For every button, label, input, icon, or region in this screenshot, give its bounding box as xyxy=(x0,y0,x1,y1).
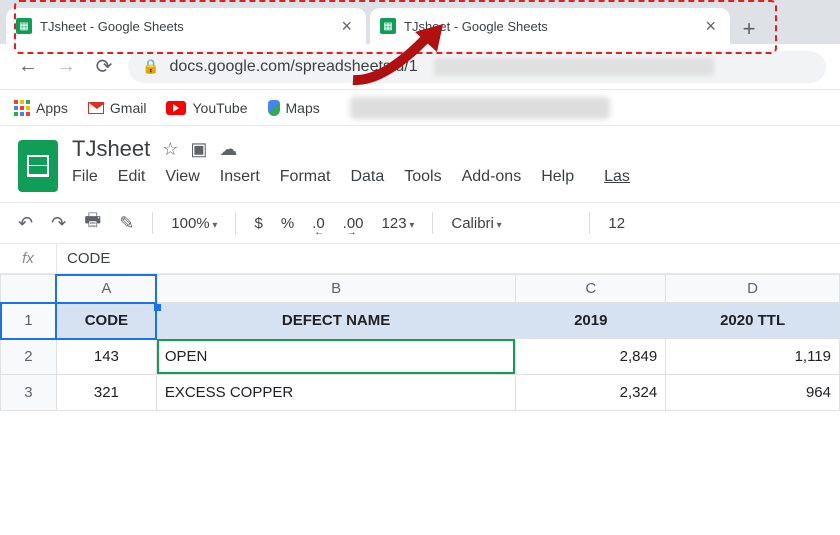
cell[interactable]: CODE xyxy=(56,303,156,339)
selection-handle[interactable] xyxy=(154,304,161,311)
apps-icon xyxy=(14,100,30,116)
new-tab-button[interactable]: + xyxy=(734,14,764,44)
cell-active[interactable]: OPEN xyxy=(156,339,516,375)
redo-icon[interactable]: ↷ xyxy=(51,213,66,234)
spreadsheet-grid[interactable]: A B C D 1 CODE DEFECT NAME 2019 2020 TTL… xyxy=(0,274,840,411)
apps-bookmark[interactable]: Apps xyxy=(14,100,68,116)
sheets-logo-icon[interactable] xyxy=(18,140,58,192)
sheets-favicon-icon: ▦ xyxy=(380,18,396,34)
undo-icon[interactable]: ↶ xyxy=(18,213,33,234)
table-row: 3 321 EXCESS COPPER 2,324 964 xyxy=(1,375,840,411)
formula-bar: fx CODE xyxy=(0,244,840,274)
bookmarks-obscured xyxy=(350,97,610,119)
menu-addons[interactable]: Add-ons xyxy=(462,168,522,186)
percent-button[interactable]: % xyxy=(281,215,294,232)
fx-label: fx xyxy=(0,250,56,267)
row-header[interactable]: 2 xyxy=(1,339,57,375)
row-header[interactable]: 3 xyxy=(1,375,57,411)
cell[interactable]: 143 xyxy=(56,339,156,375)
menu-format[interactable]: Format xyxy=(280,168,331,186)
print-icon[interactable]: 🖶 xyxy=(84,208,101,238)
cell[interactable]: 2,324 xyxy=(516,375,666,411)
menu-view[interactable]: View xyxy=(165,168,199,186)
gmail-icon xyxy=(88,102,104,114)
close-icon[interactable]: × xyxy=(701,16,720,37)
formula-input[interactable]: CODE xyxy=(57,250,110,267)
youtube-icon xyxy=(166,101,186,115)
close-icon[interactable]: × xyxy=(337,16,356,37)
font-size-input[interactable]: 12 xyxy=(608,215,625,232)
back-button[interactable]: ← xyxy=(14,55,42,78)
decrease-decimal-button[interactable]: .0← xyxy=(312,215,325,232)
paint-format-icon[interactable]: ✎ xyxy=(119,213,134,234)
cell[interactable]: DEFECT NAME xyxy=(156,303,516,339)
zoom-dropdown[interactable]: 100% xyxy=(171,215,217,232)
gmail-bookmark[interactable]: Gmail xyxy=(88,100,147,116)
bookmarks-bar: Apps Gmail YouTube Maps xyxy=(0,90,840,126)
address-bar[interactable]: 🔒 docs.google.com/spreadsheets/d/1 xyxy=(128,51,826,83)
youtube-bookmark[interactable]: YouTube xyxy=(166,100,247,116)
lock-icon: 🔒 xyxy=(142,58,159,75)
cell[interactable]: 1,119 xyxy=(666,339,840,375)
cell[interactable]: 2019 xyxy=(516,303,666,339)
forward-button[interactable]: → xyxy=(52,55,80,78)
menu-data[interactable]: Data xyxy=(350,168,384,186)
maps-bookmark[interactable]: Maps xyxy=(268,100,320,116)
maps-icon xyxy=(268,100,280,116)
menu-edit[interactable]: Edit xyxy=(118,168,146,186)
cell[interactable]: EXCESS COPPER xyxy=(156,375,516,411)
cloud-status-icon[interactable]: ☁ xyxy=(219,139,237,160)
menu-insert[interactable]: Insert xyxy=(220,168,260,186)
last-edit-link[interactable]: Las xyxy=(604,168,630,186)
move-folder-icon[interactable]: ▣ xyxy=(190,139,207,160)
column-header[interactable]: D xyxy=(666,275,840,303)
url-obscured xyxy=(434,58,714,76)
currency-button[interactable]: $ xyxy=(254,215,262,232)
star-icon[interactable]: ☆ xyxy=(162,139,178,160)
toolbar: ↶ ↷ 🖶 ✎ 100% $ % .0← .00→ 123 Calibri 12 xyxy=(0,202,840,244)
browser-tab-strip: ▦ TJsheet - Google Sheets × ▦ TJsheet - … xyxy=(0,0,840,44)
url-text: docs.google.com/spreadsheets/d/1 xyxy=(169,58,417,76)
menu-tools[interactable]: Tools xyxy=(404,168,441,186)
column-header[interactable]: B xyxy=(156,275,516,303)
table-row: 2 143 OPEN 2,849 1,119 xyxy=(1,339,840,375)
row-header[interactable]: 1 xyxy=(1,303,57,339)
select-all-corner[interactable] xyxy=(1,275,57,303)
browser-tab[interactable]: ▦ TJsheet - Google Sheets × xyxy=(370,8,730,44)
cell[interactable]: 2020 TTL xyxy=(666,303,840,339)
menu-file[interactable]: File xyxy=(72,168,98,186)
address-bar-row: ← → ⟳ 🔒 docs.google.com/spreadsheets/d/1 xyxy=(0,44,840,90)
number-format-dropdown[interactable]: 123 xyxy=(382,215,415,232)
reload-button[interactable]: ⟳ xyxy=(90,54,118,79)
cell[interactable]: 321 xyxy=(56,375,156,411)
doc-title[interactable]: TJsheet xyxy=(72,136,150,162)
browser-tab[interactable]: ▦ TJsheet - Google Sheets × xyxy=(6,8,366,44)
sheets-favicon-icon: ▦ xyxy=(16,18,32,34)
doc-header: TJsheet ☆ ▣ ☁ File Edit View Insert Form… xyxy=(0,126,840,198)
increase-decimal-button[interactable]: .00→ xyxy=(343,215,364,232)
tab-title: TJsheet - Google Sheets xyxy=(404,19,548,34)
cell[interactable]: 964 xyxy=(666,375,840,411)
column-header[interactable]: A xyxy=(56,275,156,303)
font-dropdown[interactable]: Calibri xyxy=(451,215,571,232)
menu-help[interactable]: Help xyxy=(541,168,574,186)
menu-bar: File Edit View Insert Format Data Tools … xyxy=(72,168,822,186)
table-row: 1 CODE DEFECT NAME 2019 2020 TTL xyxy=(1,303,840,339)
tab-title: TJsheet - Google Sheets xyxy=(40,19,184,34)
cell[interactable]: 2,849 xyxy=(516,339,666,375)
column-header[interactable]: C xyxy=(516,275,666,303)
